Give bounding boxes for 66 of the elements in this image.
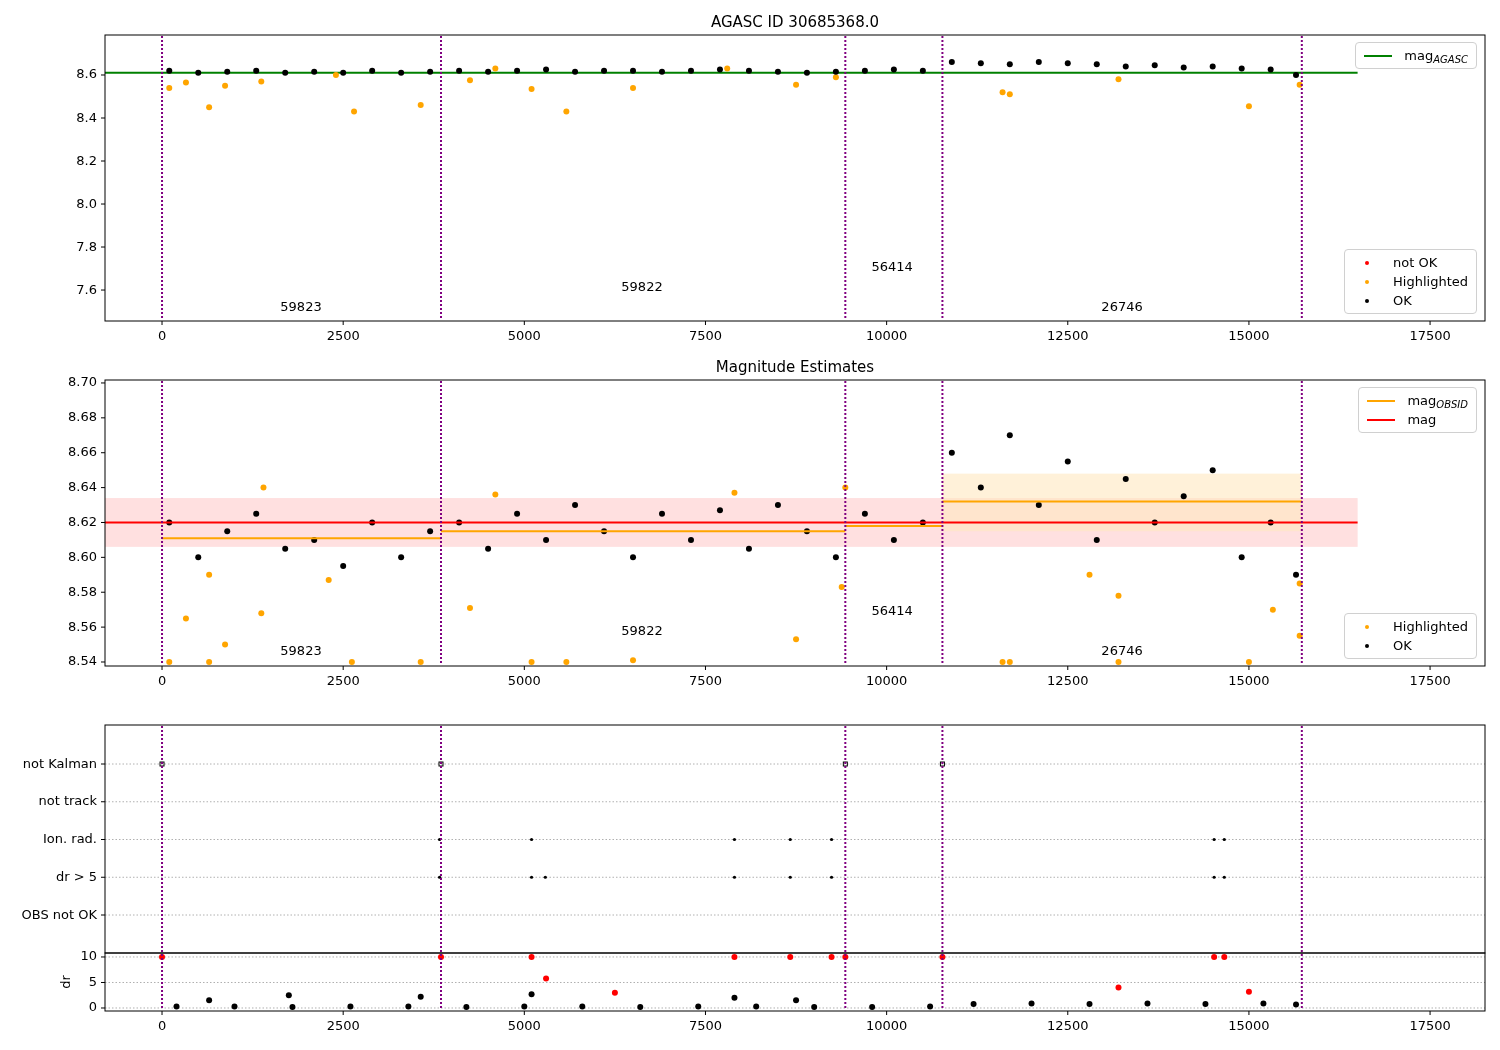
tick-label: 8.62 [68, 514, 97, 529]
row-label: OBS not OK [21, 906, 97, 922]
tick-label: 5000 [507, 328, 541, 343]
tick-label: 8.66 [68, 444, 97, 460]
tick-label: 8.4 [76, 109, 97, 125]
legend-label: not OK [1393, 254, 1438, 271]
tick-label: 17500 [1409, 1018, 1451, 1033]
tick-label: 12500 [1047, 673, 1089, 688]
tick-label: 5000 [507, 1018, 541, 1033]
obsid-label: 56414 [871, 603, 913, 619]
tick-label: 2500 [326, 673, 360, 688]
tick-label: 8.70 [68, 374, 97, 390]
tick-label: 10 [80, 948, 97, 964]
row-label: not track [38, 793, 97, 809]
tick-label: 12500 [1047, 328, 1089, 343]
tick-label: 2500 [326, 328, 360, 343]
tick-label: 12500 [1047, 1018, 1089, 1033]
legend-label: OK [1393, 637, 1412, 654]
tick-label: 0 [157, 673, 167, 688]
tick-label: 7.6 [76, 281, 97, 297]
chart-title: AGASC ID 30685368.0 [711, 13, 879, 31]
tick-label: 0 [157, 328, 167, 343]
legend-label: mag [1407, 411, 1437, 428]
tick-label: 5 [88, 974, 97, 989]
tick-label: 8.60 [68, 548, 97, 564]
tick-label: 7.8 [76, 238, 97, 254]
tick-label: 0 [88, 999, 97, 1015]
legend-label: OK [1393, 292, 1412, 309]
obsid-label: 59823 [280, 643, 322, 659]
tick-label: 15000 [1228, 1018, 1270, 1033]
axis-label: dr [58, 975, 73, 989]
obsid-label: 26746 [1101, 643, 1143, 659]
legend-label: Highlighted [1393, 273, 1468, 290]
tick-label: 17500 [1409, 673, 1451, 688]
row-label: dr > 5 [55, 868, 97, 884]
tick-label: 10000 [865, 328, 908, 343]
tick-label: 8.68 [68, 409, 97, 425]
chart-title: Magnitude Estimates [715, 358, 875, 376]
obsid-label: 59822 [621, 623, 663, 639]
tick-label: 7500 [688, 673, 722, 688]
tick-label: 15000 [1228, 673, 1270, 688]
tick-label: 15000 [1228, 328, 1270, 343]
tick-label: 10000 [865, 673, 908, 688]
tick-label: 8.64 [68, 479, 97, 495]
row-label: Ion. rad. [43, 831, 97, 846]
obsid-label: 26746 [1101, 298, 1143, 314]
tick-label: 7500 [688, 1018, 722, 1033]
tick-label: 8.58 [68, 583, 97, 599]
tick-label: 8.2 [76, 152, 97, 168]
tick-label: 17500 [1409, 328, 1451, 343]
tick-label: 2500 [326, 1018, 360, 1033]
tick-label: 8.54 [68, 653, 97, 669]
tick-label: 5000 [507, 673, 541, 688]
obsid-label: 56414 [871, 258, 913, 274]
tick-label: 0 [157, 1018, 167, 1033]
legend-label: mag$_{AGASC}$ [1404, 47, 1468, 64]
legend-label: Highlighted [1393, 618, 1468, 635]
row-label: not Kalman [22, 755, 97, 771]
tick-label: 7500 [688, 328, 722, 343]
tick-label: 8.6 [76, 66, 97, 82]
tick-label: 8.56 [68, 618, 97, 634]
obsid-label: 59823 [280, 298, 322, 314]
tick-label: 10000 [865, 1018, 908, 1033]
obsid-label: 59822 [621, 278, 663, 294]
tick-label: 8.0 [76, 195, 97, 211]
legend-label: mag$_{OBSID}$ [1407, 392, 1468, 409]
